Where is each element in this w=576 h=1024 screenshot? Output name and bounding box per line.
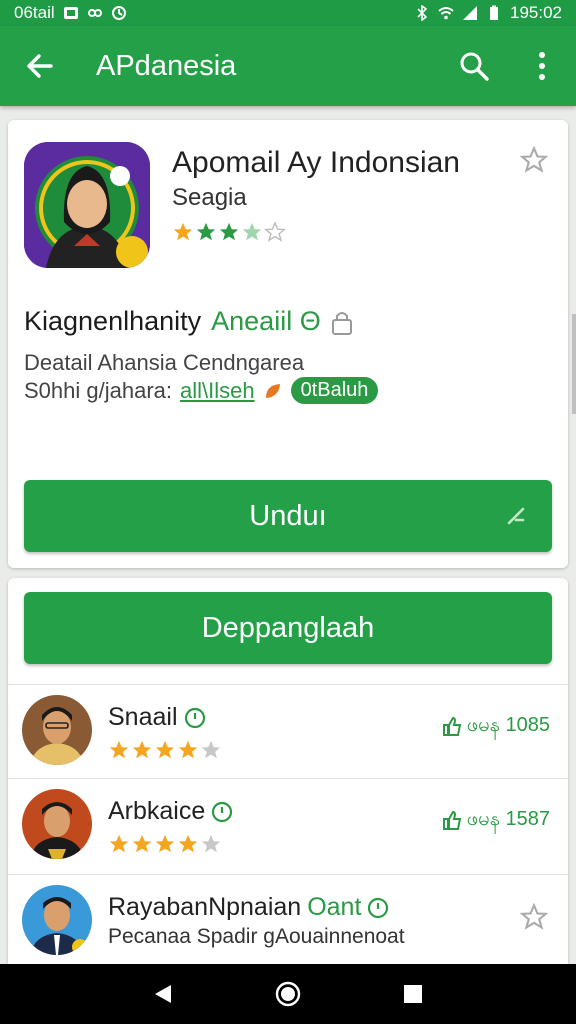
review-item[interactable]: RayabanNpnaian Oant Pecanaa Spadir gAoua… — [8, 874, 568, 970]
overflow-menu-button[interactable] — [508, 26, 576, 106]
status-time: 195:02 — [510, 3, 562, 22]
lock-icon — [331, 311, 352, 335]
system-nav-bar — [0, 964, 576, 1024]
link-icon — [87, 9, 102, 17]
thumbs-up-icon — [442, 810, 461, 830]
install-button-label: Unduı — [249, 499, 327, 532]
star-icon — [178, 834, 198, 853]
avatar — [22, 885, 92, 955]
app-icon — [24, 142, 150, 268]
back-button[interactable] — [0, 26, 80, 106]
app-name: Apomail Ay Indonsian — [172, 146, 460, 179]
star-icon — [219, 222, 239, 241]
star-outline-icon — [519, 145, 549, 173]
star-icon — [109, 740, 129, 759]
install-button[interactable]: Unduı — [24, 480, 552, 552]
search-icon — [460, 52, 489, 81]
status-bar: 06tail 195:02 — [0, 0, 576, 26]
star-icon — [155, 740, 175, 759]
tag-link[interactable]: all\Ilseh — [180, 378, 255, 404]
wishlist-star-button[interactable] — [519, 902, 549, 936]
notification-icon — [63, 7, 78, 19]
secondary-action-button[interactable]: Deppanglaah — [24, 592, 552, 664]
review-item[interactable]: Snaail ဖမန 1085 — [8, 684, 568, 780]
reviews-card: Deppanglaah Snaail ဖမန 1085 Arbkaice ဖမန… — [8, 578, 568, 978]
signal-icon — [463, 6, 477, 20]
avatar — [22, 789, 92, 859]
reviewer-name: RayabanNpnaian Oant — [108, 893, 389, 922]
bluetooth-icon — [417, 5, 428, 21]
helpful-votes[interactable]: ဖမန 1587 — [441, 805, 550, 835]
app-rating — [172, 221, 286, 243]
star-icon — [196, 222, 216, 241]
star-outline-icon — [264, 221, 286, 242]
category-label: Kiagnenlhanity — [24, 306, 202, 336]
status-left-text: 06tail — [14, 3, 55, 22]
verified-icon — [212, 801, 233, 822]
verified-icon — [368, 897, 389, 918]
verified-icon — [184, 707, 205, 728]
star-empty-icon — [201, 740, 221, 759]
home-circle-icon — [275, 981, 301, 1007]
category-value[interactable]: Aneaiil Θ — [211, 306, 321, 337]
helpful-votes[interactable]: ဖမန 1085 — [441, 711, 550, 741]
star-icon — [178, 740, 198, 759]
star-empty-icon — [201, 834, 221, 853]
app-detail-card: Apomail Ay Indonsian Seagia Kiagnenlhani… — [8, 120, 568, 568]
nav-recents-button[interactable] — [383, 964, 443, 1024]
star-icon — [173, 222, 193, 241]
scrollbar[interactable] — [572, 314, 576, 414]
battery-icon — [490, 5, 498, 20]
square-recents-icon — [404, 985, 423, 1003]
app-bar: APdanesia — [0, 26, 576, 106]
star-icon — [109, 834, 129, 853]
star-icon — [132, 834, 152, 853]
wishlist-star-button[interactable] — [519, 145, 549, 179]
review-item[interactable]: Arbkaice ဖမန 1587 — [8, 778, 568, 874]
app-category-row: Kiagnenlhanity Aneaiil Θ — [24, 306, 353, 337]
app-detail-text: Deatail Ahansia Cendngarea — [24, 350, 305, 375]
reviewer-name: Snaail — [108, 703, 206, 732]
app-developer: Seagia — [172, 184, 247, 211]
star-icon — [155, 834, 175, 853]
more-vert-icon — [539, 52, 545, 80]
tags-label: S0hhi g/jahara: — [24, 377, 172, 403]
avatar — [22, 695, 92, 765]
thumbs-up-icon — [442, 716, 461, 736]
arrow-back-icon — [27, 54, 53, 78]
review-rating — [108, 739, 222, 761]
reviewer-name: Arbkaice — [108, 797, 233, 826]
wifi-icon — [438, 7, 454, 20]
review-text: Pecanaa Spadir gAouainnenoat — [108, 925, 405, 948]
tag-chip[interactable]: 0tBaluh — [290, 377, 379, 404]
app-tags-row: S0hhi g/jahara: all\Ilseh 0tBaluh — [24, 377, 379, 404]
nav-back-button[interactable] — [133, 964, 193, 1024]
triangle-back-icon — [154, 985, 171, 1003]
search-button[interactable] — [440, 26, 508, 106]
page-title: APdanesia — [96, 49, 237, 82]
secondary-button-label: Deppanglaah — [201, 611, 375, 644]
leaf-icon — [265, 383, 280, 398]
review-rating — [108, 833, 222, 855]
star-half-icon — [242, 222, 262, 241]
nav-home-button[interactable] — [258, 964, 318, 1024]
star-outline-icon — [519, 902, 549, 930]
star-icon — [132, 740, 152, 759]
check-icon — [507, 507, 525, 525]
sync-icon — [111, 6, 126, 20]
